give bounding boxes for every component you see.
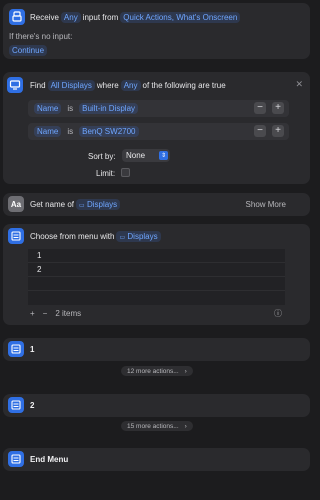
add-condition-button[interactable]: + — [272, 125, 284, 137]
condition-field[interactable]: Name — [34, 126, 62, 137]
display-icon — [7, 77, 23, 93]
condition-operator[interactable]: is — [67, 127, 73, 136]
sort-by-value: None — [126, 151, 146, 160]
remove-condition-button[interactable]: − — [254, 125, 266, 137]
receive-type-any[interactable]: Any — [60, 11, 81, 23]
sort-by-select[interactable]: None ⇕ — [122, 149, 170, 162]
get-name-target[interactable]: ▭ Displays — [76, 198, 121, 210]
item-count: 2 items — [55, 308, 82, 318]
shortcuts-icon — [9, 9, 25, 25]
receive-action-card: Receive Any input from Quick Actions, Wh… — [3, 3, 310, 59]
condition-value[interactable]: Built-in Display — [79, 103, 139, 114]
get-name-label: Get name of — [30, 199, 75, 209]
text-icon: Aa — [8, 196, 24, 212]
remove-item-button[interactable]: − — [43, 309, 48, 318]
menu-item-label: 2 — [37, 265, 42, 274]
menu-case-card: 2 — [3, 394, 310, 417]
menu-case-label: 1 — [30, 344, 35, 354]
add-item-button[interactable]: + — [30, 309, 35, 318]
more-actions-button[interactable]: 15 more actions... › — [121, 421, 193, 431]
limit-label: Limit: — [96, 168, 116, 178]
continue-option[interactable]: Continue — [9, 44, 48, 56]
no-input-label: If there's no input: — [9, 31, 73, 41]
sort-by-label: Sort by: — [88, 151, 116, 161]
condition-operator[interactable]: is — [67, 104, 73, 113]
condition-row: Name is BenQ SW2700 − + — [28, 123, 289, 140]
menu-icon — [8, 397, 24, 413]
more-actions-label: 12 more actions... — [127, 367, 179, 375]
receive-label: Receive — [30, 12, 59, 22]
condition-field[interactable]: Name — [34, 103, 62, 114]
close-icon[interactable]: ✕ — [295, 79, 303, 90]
more-actions-label: 15 more actions... — [127, 422, 179, 430]
get-name-target-label: Displays — [86, 199, 118, 209]
menu-icon — [8, 451, 24, 467]
display-icon: ▭ — [119, 234, 126, 241]
choose-menu-target-label: Displays — [127, 231, 158, 241]
info-icon[interactable]: ⓘ — [274, 308, 282, 319]
add-condition-button[interactable]: + — [272, 102, 284, 114]
empty-row — [28, 277, 285, 291]
menu-case-card: 1 — [3, 338, 310, 361]
find-target[interactable]: All Displays — [47, 79, 95, 91]
where-label: where — [96, 80, 119, 90]
chevron-right-icon: › — [184, 422, 187, 430]
menu-icon — [8, 228, 24, 244]
menu-case-label: 2 — [30, 400, 35, 410]
menu-item[interactable]: 1 — [28, 249, 285, 263]
menu-item[interactable]: 2 — [28, 263, 285, 277]
empty-row — [28, 291, 285, 305]
show-more-button[interactable]: Show More — [246, 197, 286, 211]
chevron-updown-icon: ⇕ — [159, 151, 168, 160]
match-any[interactable]: Any — [120, 79, 141, 91]
get-name-action-card: Aa Get name of ▭ Displays Show More — [3, 193, 310, 216]
find-label: Find — [30, 80, 46, 90]
end-menu-card: End Menu — [3, 448, 310, 471]
condition-row: Name is Built-in Display − + — [28, 100, 289, 117]
display-icon: ▭ — [79, 202, 85, 209]
menu-item-label: 1 — [37, 251, 42, 260]
end-menu-label: End Menu — [30, 454, 69, 464]
condition-value[interactable]: BenQ SW2700 — [79, 126, 139, 137]
choose-menu-target[interactable]: ▭ Displays — [116, 230, 161, 242]
chevron-right-icon: › — [184, 367, 187, 375]
receive-sources[interactable]: Quick Actions, What's Onscreen — [120, 11, 241, 23]
menu-items-list: 1 2 — [28, 249, 285, 305]
more-actions-button[interactable]: 12 more actions... › — [121, 366, 193, 376]
input-from-label: input from — [82, 12, 119, 22]
remove-condition-button[interactable]: − — [254, 102, 266, 114]
limit-checkbox[interactable] — [121, 168, 130, 177]
menu-icon — [8, 341, 24, 357]
find-suffix: of the following are true — [142, 80, 226, 90]
choose-menu-label: Choose from menu with — [30, 231, 115, 241]
